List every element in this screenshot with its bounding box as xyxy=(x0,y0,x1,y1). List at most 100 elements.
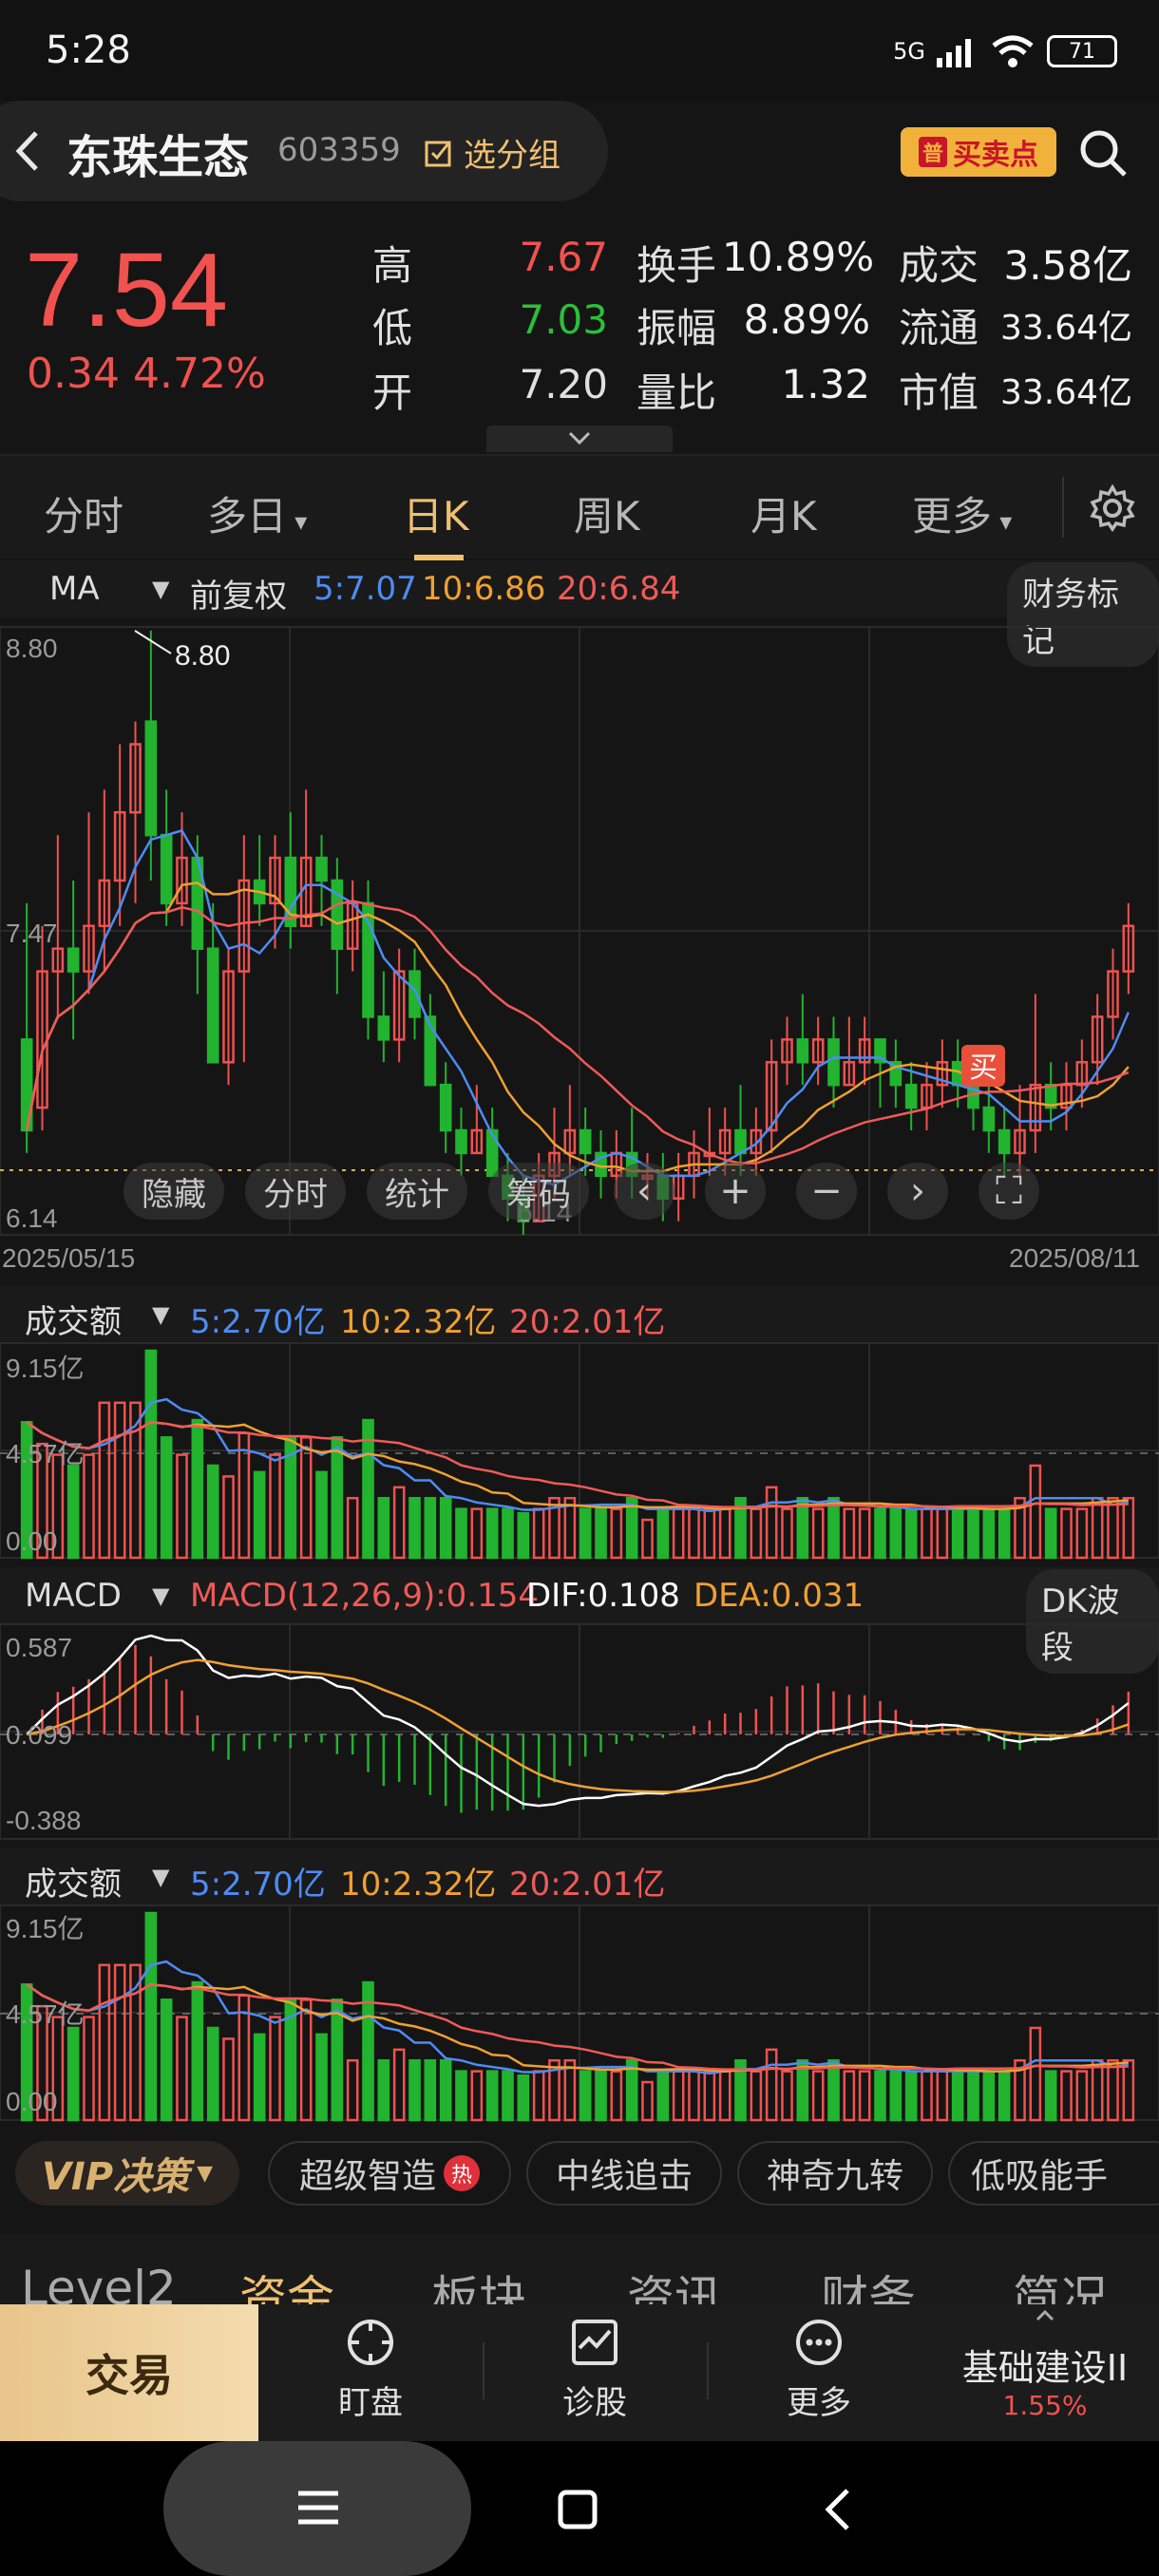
detail-tab[interactable]: 财务 xyxy=(821,2261,916,2306)
volume2-layer xyxy=(20,1911,1135,2122)
volume-bar xyxy=(750,1507,763,1560)
date-end: 2025/08/11 xyxy=(1009,1243,1140,1273)
toolbar-button[interactable]: 隐藏 xyxy=(124,1163,224,1220)
volume-bar xyxy=(517,1511,530,1560)
vip-chip-midline[interactable]: 中线追击 xyxy=(526,2141,722,2206)
toolbar-button[interactable]: 筹码 xyxy=(488,1163,589,1220)
volume-bar xyxy=(781,1507,793,1560)
sector-change: 1.55% xyxy=(1002,2390,1088,2421)
toolbar-button[interactable]: 统计 xyxy=(367,1163,467,1220)
fullscreen-icon[interactable]: ⛶ xyxy=(978,1163,1039,1220)
volume-bar xyxy=(485,2070,499,2122)
home-icon[interactable] xyxy=(557,2489,598,2530)
volume-bar xyxy=(222,1475,235,1560)
volume-bar xyxy=(967,1507,979,1560)
high-marker: 8.80 xyxy=(175,640,230,672)
nav-watch[interactable]: 盯盘 xyxy=(294,2318,446,2432)
vip-chip-low-buy[interactable]: 低吸能手 xyxy=(948,2141,1159,2206)
volume-bar xyxy=(750,2070,763,2122)
macd-axis-top: 0.587 xyxy=(6,1633,72,1662)
detail-tab[interactable]: 资讯 xyxy=(627,2261,722,2306)
candle-body xyxy=(827,1038,840,1087)
volume-bar xyxy=(811,2070,825,2122)
volume1-axis-top: 9.15亿 xyxy=(6,1354,85,1383)
nav-separator xyxy=(483,2342,484,2399)
detail-tab[interactable]: Level2 xyxy=(21,2261,177,2306)
volume-bar xyxy=(874,1507,886,1560)
volume-bar xyxy=(1122,1496,1135,1560)
nav-more[interactable]: 更多 xyxy=(743,2318,895,2432)
volume-bar xyxy=(1107,1496,1119,1560)
volume-bar xyxy=(936,2070,949,2122)
volume-bar xyxy=(83,2016,95,2122)
candle-body xyxy=(904,1083,918,1109)
volume-bar xyxy=(144,1349,158,1560)
volume-bar xyxy=(781,2070,793,2122)
bottom-nav: 交易 盯盘 诊股 更多 基础建设II 1.55% xyxy=(0,2304,1159,2441)
zoom-right-icon[interactable]: › xyxy=(887,1163,948,1220)
buy-marker[interactable]: 买 xyxy=(961,1045,1005,1087)
volume-bar xyxy=(331,1436,344,1560)
volume-bar xyxy=(982,1507,996,1560)
back-icon[interactable] xyxy=(819,2487,857,2532)
volume-bar xyxy=(703,2070,716,2122)
candle-body xyxy=(455,1128,467,1155)
volume-bar xyxy=(470,2070,484,2122)
nav-diagnose[interactable]: 诊股 xyxy=(519,2318,671,2432)
volume-bar xyxy=(206,1464,219,1560)
volume-bar xyxy=(765,1486,778,1560)
zoom-left-icon[interactable]: ‹ xyxy=(614,1163,674,1220)
detail-tab[interactable]: 板块 xyxy=(431,2261,526,2306)
volume-bar xyxy=(595,1507,607,1560)
volume-bar xyxy=(889,2070,902,2122)
volume-bar xyxy=(858,2070,871,2122)
volume-bar xyxy=(718,1507,732,1560)
volume-bar xyxy=(858,1507,871,1560)
vip-chip-nine-turn[interactable]: 神奇九转 xyxy=(737,2141,933,2206)
toolbar-button[interactable]: 分时 xyxy=(245,1163,346,1220)
vip-decision-bar: VIP决策 ▼ 超级智造 热 中线追击 神奇九转 低吸能手 xyxy=(0,2124,1159,2223)
volume-bar xyxy=(1091,2058,1104,2122)
volume-bar xyxy=(610,2070,623,2122)
sector-name[interactable]: 基础建设II xyxy=(940,2339,1150,2391)
volume1-axis-bottom: 0.00 xyxy=(6,1526,58,1556)
volume-bar xyxy=(346,1496,359,1560)
volume-bar xyxy=(439,2058,452,2122)
volume-bar xyxy=(424,2058,437,2122)
trade-button[interactable]: 交易 xyxy=(0,2304,258,2441)
volume-bar xyxy=(532,2070,545,2122)
date-start: 2025/05/15 xyxy=(2,1243,135,1273)
vip-decision-button[interactable]: VIP决策 ▼ xyxy=(15,2141,239,2206)
nav-watch-label: 盯盘 xyxy=(338,2384,403,2422)
candle-body xyxy=(160,833,173,905)
volume-bar xyxy=(672,2070,685,2122)
volume-bar xyxy=(595,2070,607,2122)
price-axis-high: 8.80 xyxy=(6,634,58,663)
vip-chip-super-manufacture[interactable]: 超级智造 热 xyxy=(268,2141,511,2206)
detail-tab[interactable]: 资金 xyxy=(239,2261,334,2306)
volume-bar xyxy=(485,1507,499,1560)
macd-axis-mid: 0.099 xyxy=(6,1720,72,1750)
chart-grid xyxy=(0,626,1159,2121)
detail-tab[interactable]: 简况 xyxy=(1013,2261,1108,2306)
vip-chip-label: 神奇九转 xyxy=(766,2157,903,2196)
volume-bar xyxy=(1029,1464,1042,1560)
volume-bar xyxy=(921,1507,933,1560)
kline-chart[interactable]: 8.80 7.47 6.14 8.80 6.14 2025/05/15 2025… xyxy=(0,0,1159,2124)
volume-bar xyxy=(517,2074,530,2122)
zoom-in-icon[interactable]: + xyxy=(705,1163,766,1220)
volume-bar xyxy=(346,2058,359,2122)
volume-bar xyxy=(765,2048,778,2122)
recent-apps-pill[interactable] xyxy=(163,2441,471,2576)
volume-bar xyxy=(843,1507,856,1560)
nav-more-label: 更多 xyxy=(787,2384,851,2422)
nav-separator xyxy=(707,2342,709,2399)
volume-bar xyxy=(83,1453,95,1560)
volume-bar xyxy=(1044,2070,1057,2122)
volume-bar xyxy=(843,2070,856,2122)
candle-body xyxy=(315,856,328,882)
volume-bar xyxy=(827,1496,840,1560)
volume-bar xyxy=(579,1507,592,1560)
zoom-out-icon[interactable]: − xyxy=(796,1163,857,1220)
volume-bar xyxy=(191,1980,204,2122)
